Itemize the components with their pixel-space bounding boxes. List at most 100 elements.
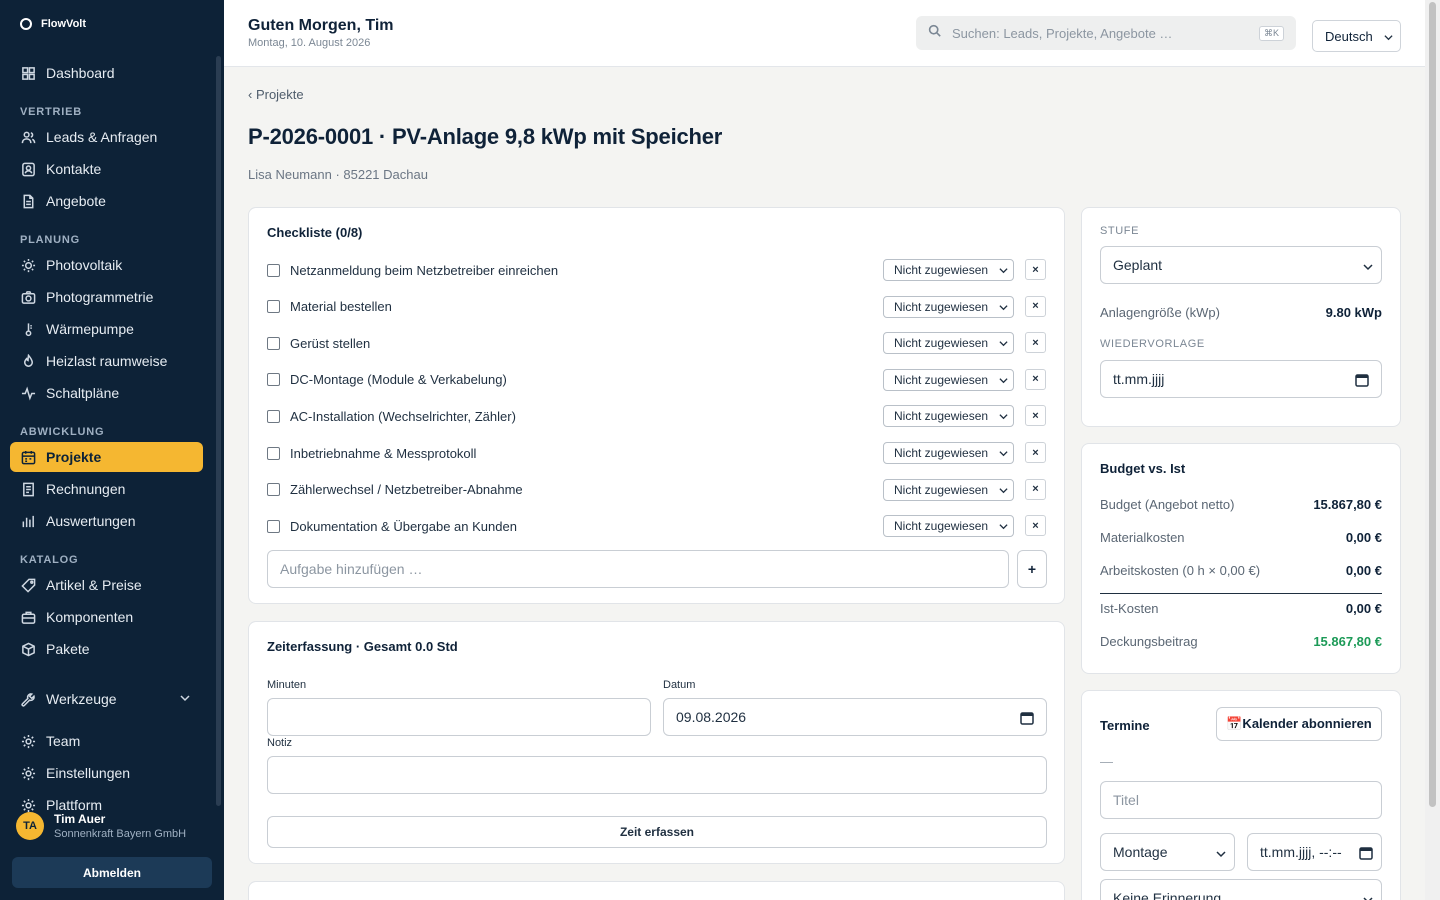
remove-task-button[interactable]: × — [1025, 515, 1046, 537]
calendar-icon[interactable] — [1020, 711, 1034, 725]
appointment-datetime-input[interactable]: tt.mm.jjjj, --:-- — [1247, 833, 1382, 871]
submit-time-button[interactable]: Zeit erfassen — [267, 816, 1047, 848]
note-label: Notiz — [267, 737, 293, 749]
task-checkbox[interactable] — [267, 373, 280, 387]
assignee-select[interactable]: Nicht zugewiesen — [883, 515, 1014, 538]
sidebar-item-label: Einstellungen — [46, 765, 131, 781]
appointment-title-input[interactable]: Titel — [1100, 781, 1382, 819]
time-tracking-title: Zeiterfassung · Gesamt 0.0 Std — [267, 639, 458, 654]
sidebar-item-dashboard[interactable]: Dashboard — [10, 58, 203, 88]
system-size-label: Anlagengröße (kWp) — [1100, 305, 1220, 320]
logout-button[interactable]: Abmelden — [12, 857, 212, 888]
task-checkbox[interactable] — [267, 263, 280, 277]
chevron-down-icon — [1363, 264, 1373, 271]
sidebar-item-rechnungen[interactable]: Rechnungen — [10, 474, 203, 504]
minutes-input[interactable] — [267, 698, 651, 736]
date-input[interactable]: 09.08.2026 — [663, 698, 1047, 736]
sidebar-item-einstellungen[interactable]: Einstellungen — [10, 758, 203, 788]
chevron-down-icon — [179, 691, 191, 707]
remove-task-button[interactable]: × — [1025, 332, 1046, 354]
sidebar-item-label: Komponenten — [46, 609, 134, 625]
language-value: Deutsch — [1325, 28, 1373, 44]
task-checkbox[interactable] — [267, 483, 280, 497]
assignee-select[interactable]: Nicht zugewiesen — [883, 405, 1014, 428]
remove-task-button[interactable]: × — [1025, 368, 1046, 390]
task-checkbox[interactable] — [267, 300, 280, 314]
brand-logo[interactable]: FlowVolt — [20, 18, 86, 30]
task-checkbox[interactable] — [267, 336, 280, 350]
add-task-button[interactable]: + — [1017, 550, 1047, 588]
task-label: Dokumentation & Übergabe an Kunden — [290, 518, 517, 534]
sidebar-item-label: Pakete — [46, 641, 90, 657]
task-checkbox[interactable] — [267, 409, 280, 423]
sidebar-item-label: Heizlast raumweise — [46, 353, 168, 369]
search-input[interactable]: Suchen: Leads, Projekte, Angebote … ⌘K — [916, 16, 1296, 50]
remove-task-button[interactable]: × — [1025, 478, 1046, 500]
sidebar-item-team[interactable]: Team — [10, 726, 203, 756]
top-header: Guten Morgen, Tim Montag, 10. August 202… — [224, 0, 1425, 67]
calendar-icon[interactable] — [1359, 846, 1373, 860]
sidebar-item-angebote[interactable]: Angebote — [10, 186, 203, 216]
assignee-select[interactable]: Nicht zugewiesen — [883, 442, 1014, 464]
project-status-card: STUFE Geplant Anlagengröße (kWp) 9.80 kW… — [1081, 207, 1401, 427]
task-checkbox[interactable] — [267, 446, 280, 460]
followup-date-input[interactable]: tt.mm.jjjj — [1100, 360, 1382, 398]
sidebar-item-label: Werkzeuge — [46, 691, 117, 707]
budget-row-value: 15.867,80 € — [1313, 634, 1382, 649]
appointments-title: Termine — [1100, 718, 1150, 733]
document-icon — [20, 193, 36, 209]
briefcase-icon — [20, 609, 36, 625]
assignee-select[interactable]: Nicht zugewiesen — [883, 478, 1014, 501]
assignee-select[interactable]: Nicht zugewiesen — [883, 332, 1014, 355]
task-checkbox[interactable] — [267, 519, 280, 533]
chevron-down-icon — [999, 304, 1008, 310]
page-title: P-2026-0001 · PV-Anlage 9,8 kWp mit Spei… — [248, 124, 723, 149]
system-size-value: 9.80 kWp — [1325, 305, 1382, 320]
remove-task-button[interactable]: × — [1025, 405, 1046, 427]
system-size-row: Anlagengröße (kWp) 9.80 kWp — [1100, 305, 1382, 320]
subscribe-calendar-button[interactable]: 📅Kalender abonnieren — [1216, 707, 1382, 741]
bar-chart-icon — [20, 513, 36, 529]
reminder-select[interactable]: Keine Erinnerung — [1100, 879, 1382, 900]
camera-icon — [20, 289, 36, 305]
sidebar-item-photogrammetrie[interactable]: Photogrammetrie — [10, 282, 203, 312]
appointment-type-value: Montage — [1113, 844, 1168, 860]
sidebar-item-heizlast-raumweise[interactable]: Heizlast raumweise — [10, 346, 203, 376]
date-label: Datum — [663, 679, 696, 691]
user-profile[interactable]: TA Tim Auer Sonnenkraft Bayern GmbH — [16, 812, 186, 840]
sidebar-item-werkzeuge[interactable]: Werkzeuge — [10, 684, 203, 714]
stage-select[interactable]: Geplant — [1100, 246, 1382, 284]
assignee-select[interactable]: Nicht zugewiesen — [883, 295, 1014, 318]
sidebar-item-photovoltaik[interactable]: Photovoltaik — [10, 250, 203, 280]
sidebar-item-leads-anfragen[interactable]: Leads & Anfragen — [10, 122, 203, 152]
sidebar-item-schaltpläne[interactable]: Schaltpläne — [10, 378, 203, 408]
sidebar-item-kontakte[interactable]: Kontakte — [10, 154, 203, 184]
chevron-down-icon — [999, 524, 1008, 530]
remove-task-button[interactable]: × — [1025, 259, 1046, 280]
assignee-select[interactable]: Nicht zugewiesen — [883, 368, 1014, 391]
language-select[interactable]: Deutsch — [1312, 20, 1401, 52]
remove-task-button[interactable]: × — [1025, 442, 1046, 463]
grid-icon — [20, 65, 36, 81]
sidebar-item-komponenten[interactable]: Komponenten — [10, 602, 203, 632]
breadcrumb[interactable]: ‹ Projekte — [248, 87, 304, 102]
sidebar-scrollbar[interactable] — [216, 56, 221, 806]
page-scrollbar-thumb[interactable] — [1429, 2, 1436, 807]
assignee-select[interactable]: Nicht zugewiesen — [883, 259, 1014, 281]
add-task-input[interactable]: Aufgabe hinzufügen … — [267, 550, 1009, 588]
followup-placeholder: tt.mm.jjjj — [1113, 371, 1165, 387]
calendar-icon[interactable] — [1355, 373, 1369, 387]
sidebar-item-wärmepumpe[interactable]: Wärmepumpe — [10, 314, 203, 344]
sidebar-item-auswertungen[interactable]: Auswertungen — [10, 506, 203, 536]
sidebar-item-artikel-preise[interactable]: Artikel & Preise — [10, 570, 203, 600]
appointment-type-select[interactable]: Montage — [1100, 833, 1235, 871]
note-input[interactable] — [267, 756, 1047, 794]
task-label: Netzanmeldung beim Netzbetreiber einreic… — [290, 262, 559, 278]
sidebar-item-pakete[interactable]: Pakete — [10, 634, 203, 664]
budget-card: Budget vs. Ist Budget (Angebot netto) 15.… — [1081, 443, 1401, 674]
budget-row: Arbeitskosten (0 h × 0,00 €) 0,00 € — [1100, 563, 1382, 578]
sidebar-item-projekte[interactable]: Projekte — [10, 442, 203, 472]
remove-task-button[interactable]: × — [1025, 295, 1046, 317]
sidebar-item-label: Kontakte — [46, 161, 102, 177]
logo-icon — [20, 18, 32, 30]
